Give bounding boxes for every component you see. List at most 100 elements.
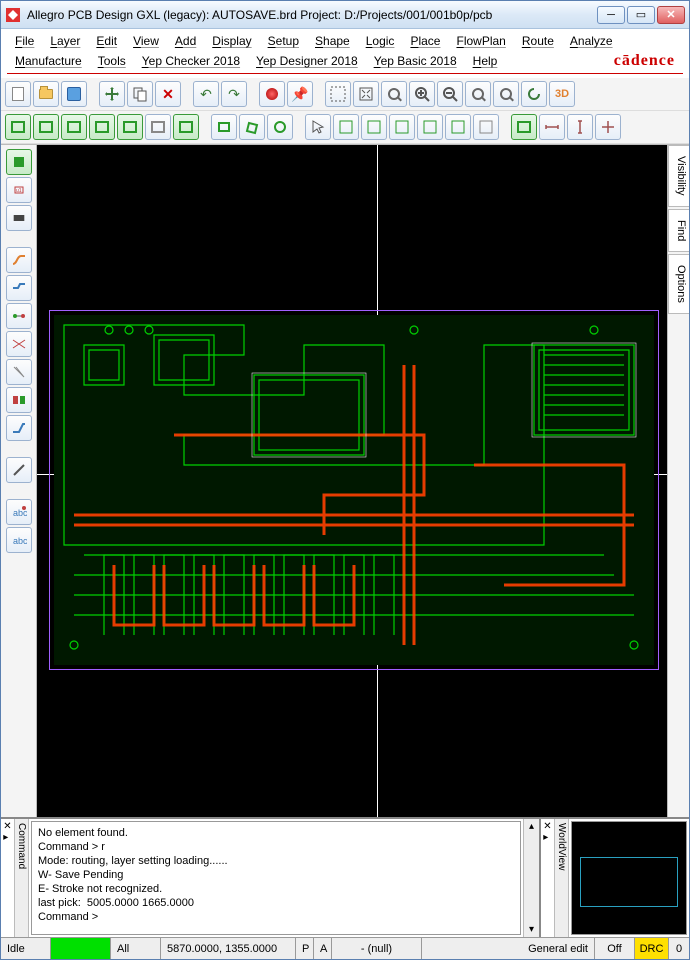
- zoom-extents-button[interactable]: [381, 81, 407, 107]
- menu-view[interactable]: View: [125, 31, 167, 51]
- tool-d-button[interactable]: [417, 114, 443, 140]
- mode-3-button[interactable]: [61, 114, 87, 140]
- pin-button[interactable]: 📌: [287, 81, 313, 107]
- worldview-tab[interactable]: WorldView: [555, 819, 569, 937]
- refresh-button[interactable]: [521, 81, 547, 107]
- copy-button[interactable]: [127, 81, 153, 107]
- cadence-logo: cādence: [614, 51, 683, 71]
- maximize-button[interactable]: ▭: [627, 6, 655, 24]
- menu-yep-designer-2018[interactable]: Yep Designer 2018: [248, 51, 366, 71]
- shape-circle-button[interactable]: [267, 114, 293, 140]
- tool-f-button[interactable]: [473, 114, 499, 140]
- worldview-canvas[interactable]: [571, 821, 687, 935]
- command-tab[interactable]: Command: [15, 819, 29, 937]
- lt-route-button[interactable]: [6, 247, 32, 273]
- close-button[interactable]: ✕: [657, 6, 685, 24]
- menu-flowplan[interactable]: FlowPlan: [448, 31, 513, 51]
- 3d-view-button[interactable]: 3D: [549, 81, 575, 107]
- command-scrollbar[interactable]: ▴▾: [523, 819, 539, 937]
- mode-5-button[interactable]: [117, 114, 143, 140]
- save-button[interactable]: [61, 81, 87, 107]
- tab-find[interactable]: Find: [668, 209, 689, 252]
- menu-display[interactable]: Display: [204, 31, 259, 51]
- lt-ic-button[interactable]: u1: [6, 177, 32, 203]
- command-close-button[interactable]: ✕▸: [1, 819, 15, 937]
- status-drc[interactable]: DRC: [635, 938, 669, 959]
- shape-rect-button[interactable]: [211, 114, 237, 140]
- status-mode: General edit: [422, 938, 595, 959]
- zoom-fit-button[interactable]: [353, 81, 379, 107]
- menu-shape[interactable]: Shape: [307, 31, 358, 51]
- new-file-button[interactable]: [5, 81, 31, 107]
- menu-file[interactable]: File: [7, 31, 42, 51]
- select-button[interactable]: [305, 114, 331, 140]
- zoom-out-button[interactable]: [437, 81, 463, 107]
- dim-both-button[interactable]: [595, 114, 621, 140]
- pcb-canvas[interactable]: [37, 145, 667, 817]
- lt-group-button[interactable]: [6, 387, 32, 413]
- menu-analyze[interactable]: Analyze: [562, 31, 621, 51]
- open-file-button[interactable]: [33, 81, 59, 107]
- menu-edit[interactable]: Edit: [88, 31, 125, 51]
- record-button[interactable]: [259, 81, 285, 107]
- menu-setup[interactable]: Setup: [260, 31, 307, 51]
- menu-route[interactable]: Route: [514, 31, 562, 51]
- menu-layer[interactable]: Layer: [42, 31, 88, 51]
- lt-line-button[interactable]: [6, 457, 32, 483]
- zoom-center-button[interactable]: [465, 81, 491, 107]
- tool-c-button[interactable]: [389, 114, 415, 140]
- tool-b-button[interactable]: [361, 114, 387, 140]
- menu-help[interactable]: Help: [465, 51, 506, 71]
- status-coords: 5870.0000, 1355.0000: [161, 938, 296, 959]
- worldview-panel: ✕▸ WorldView: [539, 819, 689, 937]
- svg-text:u1: u1: [16, 188, 22, 194]
- delete-button[interactable]: ✕: [155, 81, 181, 107]
- mode-4-button[interactable]: [89, 114, 115, 140]
- tool-a-button[interactable]: [333, 114, 359, 140]
- shape-poly-button[interactable]: [239, 114, 265, 140]
- status-a-button[interactable]: A: [314, 938, 332, 959]
- menu-yep-basic-2018[interactable]: Yep Basic 2018: [366, 51, 465, 71]
- tab-options[interactable]: Options: [668, 254, 689, 314]
- lt-cut-button[interactable]: [6, 359, 32, 385]
- worldview-close-button[interactable]: ✕▸: [541, 819, 555, 937]
- command-output[interactable]: No element found.Command > rMode: routin…: [31, 821, 521, 935]
- status-p-button[interactable]: P: [296, 938, 314, 959]
- menu-logic[interactable]: Logic: [358, 31, 403, 51]
- statusbar: Idle All 5870.0000, 1355.0000 P A - (nul…: [1, 937, 689, 959]
- board-outline: [49, 310, 659, 670]
- dim-h-button[interactable]: [539, 114, 565, 140]
- minimize-button[interactable]: ─: [597, 6, 625, 24]
- lt-text2-button[interactable]: abc: [6, 527, 32, 553]
- move-button[interactable]: [99, 81, 125, 107]
- lt-slide-button[interactable]: [6, 415, 32, 441]
- menu-add[interactable]: Add: [167, 31, 204, 51]
- lt-ic2-button[interactable]: [6, 205, 32, 231]
- zoom-selection-button[interactable]: [493, 81, 519, 107]
- menu-yep-checker-2018[interactable]: Yep Checker 2018: [134, 51, 248, 71]
- lt-place-button[interactable]: [6, 149, 32, 175]
- redo-button[interactable]: ↷: [221, 81, 247, 107]
- window-title: Allegro PCB Design GXL (legacy): AUTOSAV…: [27, 8, 597, 22]
- align-button[interactable]: [511, 114, 537, 140]
- lt-via-button[interactable]: [6, 303, 32, 329]
- mode-1-button[interactable]: [5, 114, 31, 140]
- menu-manufacture[interactable]: Manufacture: [7, 51, 90, 71]
- tool-e-button[interactable]: [445, 114, 471, 140]
- mode-2-button[interactable]: [33, 114, 59, 140]
- menu-tools[interactable]: Tools: [90, 51, 134, 71]
- command-line: Command > r: [38, 840, 514, 854]
- status-idle: Idle: [1, 938, 51, 959]
- lt-text-button[interactable]: abc: [6, 499, 32, 525]
- mode-7-button[interactable]: [173, 114, 199, 140]
- lt-net-button[interactable]: [6, 331, 32, 357]
- dim-v-button[interactable]: [567, 114, 593, 140]
- command-line: Mode: routing, layer setting loading....…: [38, 854, 514, 868]
- menu-place[interactable]: Place: [402, 31, 448, 51]
- tab-visibility[interactable]: Visibility: [668, 145, 689, 207]
- lt-wire-button[interactable]: [6, 275, 32, 301]
- zoom-window-button[interactable]: [325, 81, 351, 107]
- zoom-in-button[interactable]: [409, 81, 435, 107]
- mode-6-button[interactable]: [145, 114, 171, 140]
- undo-button[interactable]: ↶: [193, 81, 219, 107]
